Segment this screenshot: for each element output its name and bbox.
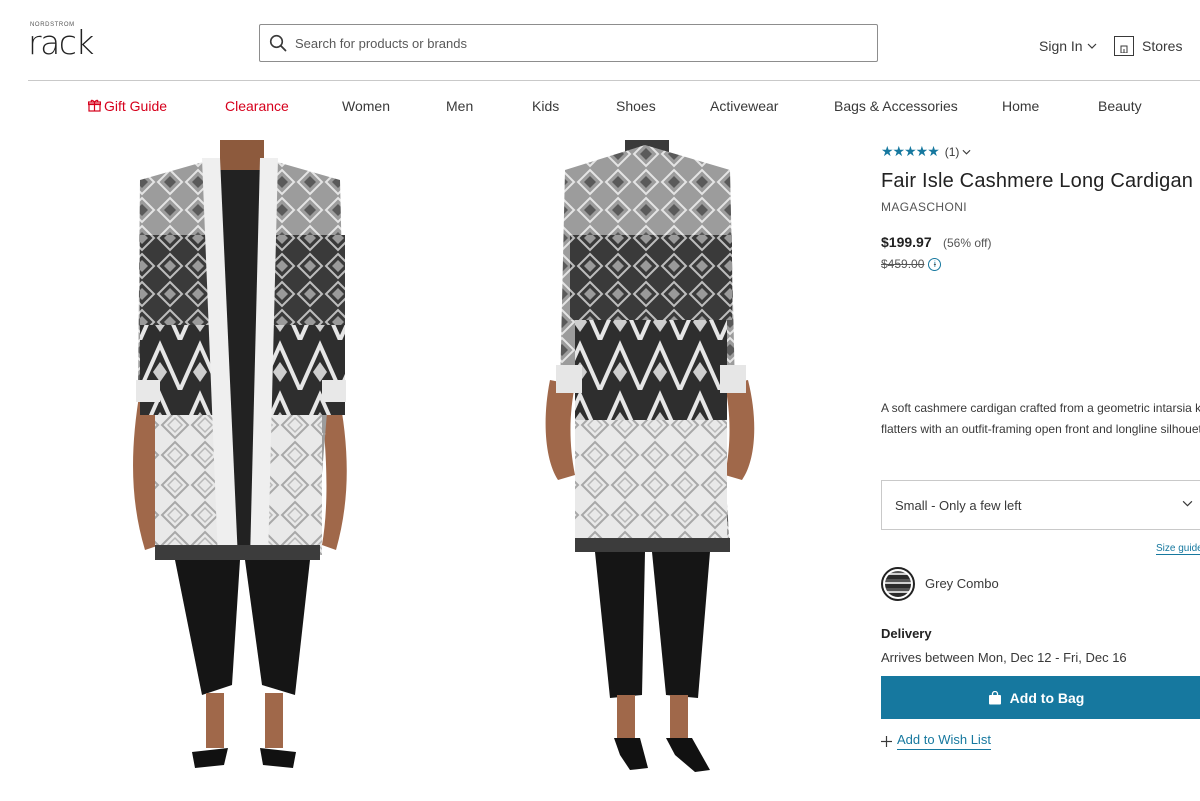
original-price: $459.00 <box>881 257 925 271</box>
stores-label: Stores <box>1142 38 1183 54</box>
product-image-back[interactable] <box>520 140 780 800</box>
nav-item-gift-guide[interactable]: Gift Guide <box>88 98 167 114</box>
stores-button[interactable]: Stores <box>1114 36 1182 56</box>
discount-percent: (56% off) <box>943 236 992 250</box>
nav-item-men[interactable]: Men <box>446 98 473 114</box>
chevron-down-icon <box>1087 43 1097 49</box>
chevron-down-icon <box>962 149 971 155</box>
product-title: Fair Isle Cashmere Long Cardigan <box>881 170 1194 192</box>
product-image-front[interactable] <box>100 140 390 800</box>
add-to-wishlist-label: Add to Wish List <box>897 732 991 750</box>
size-selected-value: Small - Only a few left <box>895 497 1022 513</box>
delivery-heading: Delivery <box>881 626 932 641</box>
swatch-pattern <box>885 571 911 597</box>
nav-item-activewear[interactable]: Activewear <box>710 98 778 114</box>
add-to-bag-label: Add to Bag <box>1009 689 1085 706</box>
search-input[interactable]: Search for products or brands <box>259 24 878 62</box>
delivery-estimate: Arrives between Mon, Dec 12 - Fri, Dec 1… <box>881 650 1127 665</box>
info-icon[interactable]: i <box>928 257 942 271</box>
sign-in-button[interactable]: Sign In <box>1039 38 1097 54</box>
search-placeholder: Search for products or brands <box>295 35 467 51</box>
rating-summary[interactable]: ★★★★★ (1) <box>881 143 971 160</box>
nav-item-bags-accessories[interactable]: Bags & Accessories <box>834 98 958 114</box>
size-select[interactable]: Small - Only a few left <box>881 480 1200 530</box>
current-price: $199.97 <box>881 234 932 250</box>
header-divider <box>28 80 1200 81</box>
plus-icon <box>881 735 892 747</box>
nav-item-kids[interactable]: Kids <box>532 98 559 114</box>
sign-in-label: Sign In <box>1039 38 1083 54</box>
nav-item-beauty[interactable]: Beauty <box>1098 98 1142 114</box>
star-rating-icon: ★★★★★ <box>881 143 940 159</box>
product-description: A soft cashmere cardigan crafted from a … <box>881 401 1200 436</box>
nordstrom-rack-logo[interactable]: NORDSTROM rack <box>28 22 98 62</box>
nav-item-home[interactable]: Home <box>1002 98 1039 114</box>
store-icon <box>1114 36 1134 56</box>
search-icon <box>268 33 288 53</box>
logo-main-text: rack <box>28 23 95 62</box>
gift-icon <box>88 99 101 112</box>
chevron-down-icon <box>1182 500 1193 507</box>
size-guide-link[interactable]: Size guide <box>1156 543 1200 555</box>
shopping-bag-icon <box>988 690 1001 704</box>
color-name: Grey Combo <box>925 576 999 591</box>
nav-item-shoes[interactable]: Shoes <box>616 98 656 114</box>
color-swatch-grey-combo[interactable] <box>881 567 915 601</box>
product-brand[interactable]: MAGASCHONI <box>881 200 967 214</box>
add-to-wishlist-link[interactable]: Add to Wish List <box>881 732 991 750</box>
original-price-row: $459.00 i <box>881 257 942 271</box>
nav-item-clearance[interactable]: Clearance <box>225 98 289 114</box>
main-navigation: Gift Guide Clearance Women Men Kids Shoe… <box>0 98 1200 118</box>
add-to-bag-button[interactable]: Add to Bag <box>881 676 1200 719</box>
nav-label-gift-guide: Gift Guide <box>104 98 168 114</box>
review-count: (1) <box>944 144 960 159</box>
nav-item-women[interactable]: Women <box>342 98 390 114</box>
